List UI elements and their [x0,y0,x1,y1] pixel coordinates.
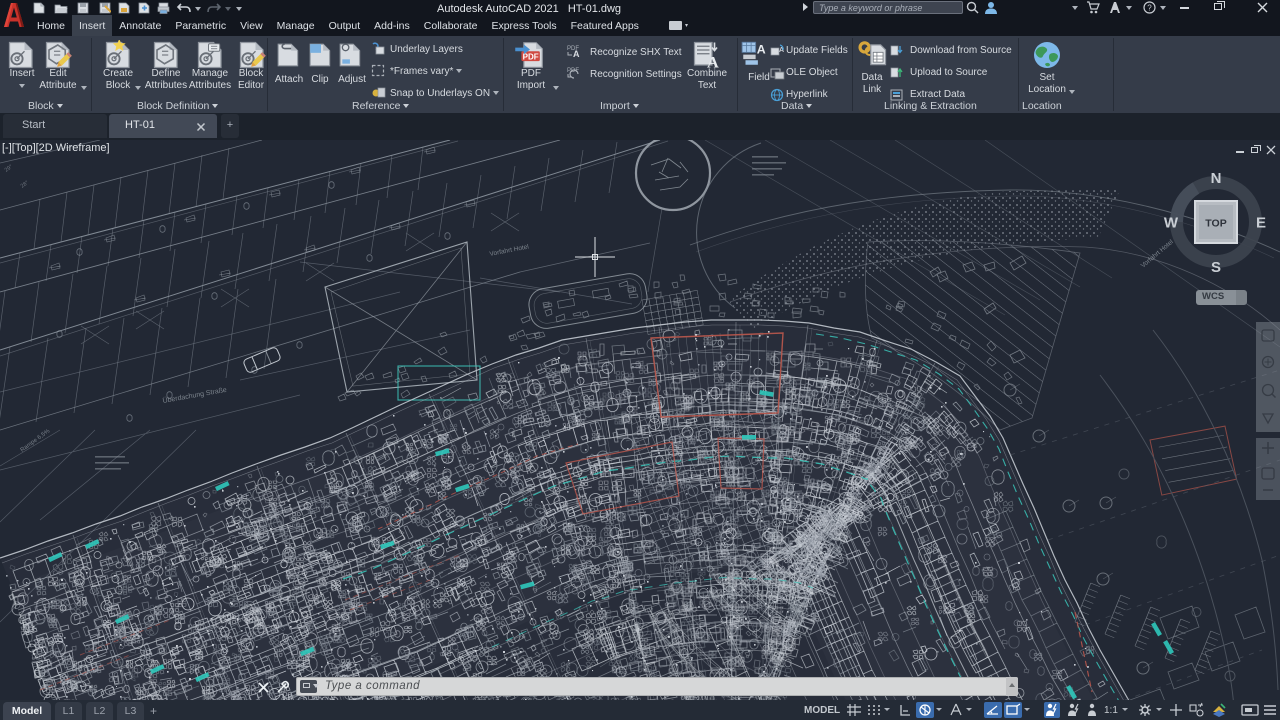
svg-text:A: A [757,43,766,57]
svg-text:S: S [1211,259,1221,276]
svg-text:Rampe 6,5%: Rampe 6,5% [20,428,52,454]
svg-text:W: W [1164,215,1179,232]
svg-text:TOP: TOP [1205,218,1226,230]
svg-text:N: N [1211,170,1222,187]
svg-text:28°: 28° [20,180,30,190]
svg-text:Überdachung Straße: Überdachung Straße [162,386,227,405]
svg-text:29°: 29° [4,164,14,174]
svg-text:Vorfahrt Hotel: Vorfahrt Hotel [489,243,530,258]
svg-text:PDF: PDF [523,52,539,61]
svg-text:E: E [1256,215,1266,232]
svg-text:?: ? [1147,3,1152,12]
svg-text:A: A [573,49,580,57]
